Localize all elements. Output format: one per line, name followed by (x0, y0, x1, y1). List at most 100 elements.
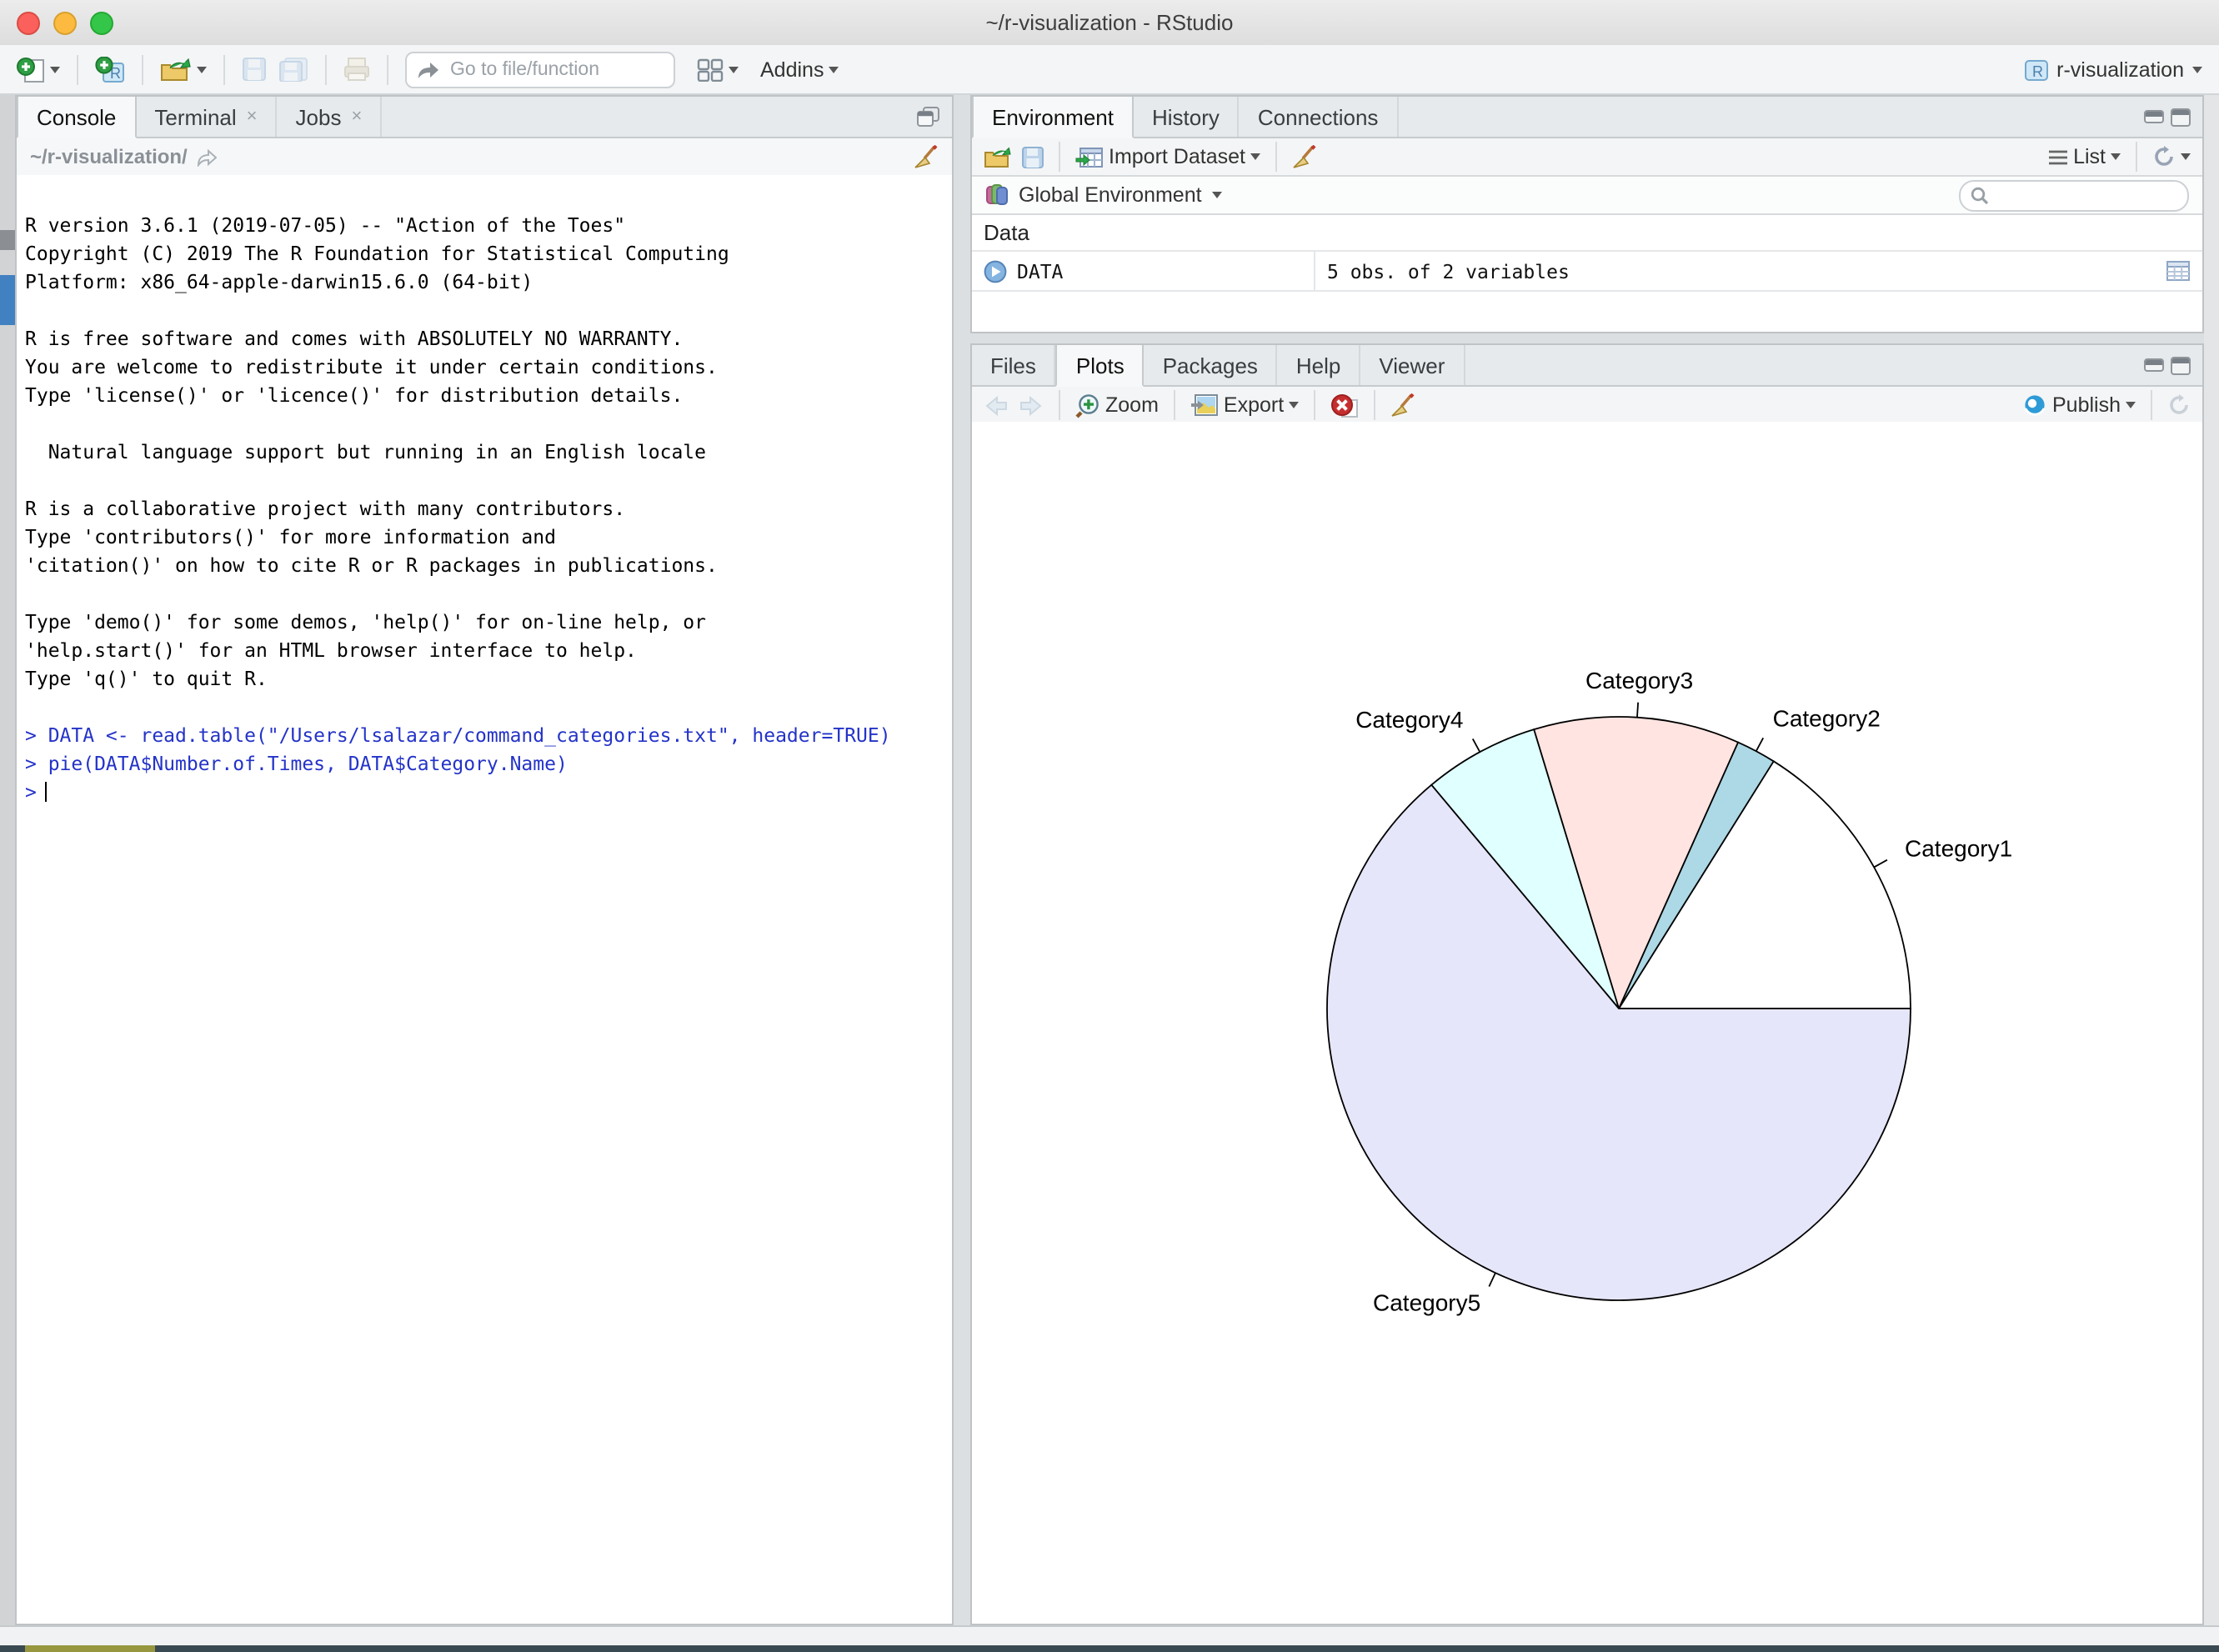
environment-search-box[interactable] (1959, 179, 2189, 211)
object-name: DATA (1017, 259, 1063, 283)
zoom-plot-button[interactable]: Zoom (1075, 393, 1159, 418)
project-name-label: r-visualization (2056, 58, 2184, 81)
refresh-environment-button[interactable] (2152, 145, 2191, 168)
previous-plot-arrow-icon[interactable] (984, 394, 1009, 416)
pie-label-category3: Category3 (1585, 668, 1693, 693)
clear-console-broom-icon[interactable] (914, 144, 939, 169)
console-line (25, 693, 952, 722)
environment-scope-row: Global Environment (972, 177, 2202, 215)
environment-toolbar: Import Dataset List (972, 138, 2202, 177)
toolbar-separator (223, 54, 225, 84)
open-file-button[interactable] (160, 58, 207, 81)
next-plot-arrow-icon[interactable] (1019, 394, 1044, 416)
goto-file-function-box[interactable] (405, 51, 675, 88)
expand-object-icon[interactable] (984, 259, 1007, 283)
list-view-icon (2046, 148, 2068, 166)
view-data-grid-icon[interactable] (2166, 260, 2191, 282)
tab-connections-label: Connections (1258, 104, 1379, 129)
project-menu-button[interactable]: R r-visualization (2023, 58, 2202, 81)
new-file-button[interactable] (17, 56, 60, 83)
clear-environment-broom-icon[interactable] (1292, 144, 1317, 169)
export-plot-button[interactable]: Export (1190, 393, 1299, 417)
import-dataset-label: Import Dataset (1109, 145, 1245, 168)
tab-history[interactable]: History (1134, 97, 1240, 137)
tab-console[interactable]: Console (17, 97, 136, 138)
toolbar-separator (2136, 142, 2137, 172)
toolbar-separator (1059, 390, 1060, 420)
save-all-button[interactable] (278, 57, 308, 82)
toolbar-separator (1374, 390, 1375, 420)
desktop-accent (25, 1645, 155, 1652)
maximize-plots-pane-button[interactable] (2171, 356, 2191, 374)
import-dataset-caret-icon (1250, 153, 1260, 160)
pie-label-tick (1473, 738, 1480, 752)
new-project-button[interactable]: R (95, 56, 125, 83)
right-window-margin (2204, 95, 2219, 1625)
plots-tabbar: Files Plots Packages Help Viewer (972, 345, 2202, 387)
window-title: ~/r-visualization - RStudio (0, 10, 2219, 35)
tab-files[interactable]: Files (972, 345, 1056, 385)
toolbar-separator (77, 54, 78, 84)
remove-plot-icon[interactable] (1330, 393, 1359, 418)
open-folder-icon (160, 58, 192, 81)
desktop-strip (0, 1645, 2219, 1652)
save-workspace-icon[interactable] (1022, 146, 1044, 168)
close-terminal-tab-icon[interactable]: × (247, 107, 258, 127)
open-file-caret-icon (197, 66, 207, 73)
minimize-environment-pane-button[interactable] (2144, 110, 2164, 123)
save-button[interactable] (242, 57, 267, 82)
console-output[interactable]: R version 3.6.1 (2019-07-05) -- "Action … (17, 175, 952, 1624)
pie-label-category2: Category2 (1773, 706, 1881, 732)
maximize-environment-pane-button[interactable] (2171, 108, 2191, 126)
save-all-icon (278, 57, 308, 82)
object-summary: 5 obs. of 2 variables (1315, 259, 1570, 283)
goto-file-function-input[interactable] (447, 58, 637, 81)
environment-object-row[interactable]: DATA 5 obs. of 2 variables (972, 252, 2202, 292)
pie-label-tick (1637, 703, 1638, 718)
print-button[interactable] (343, 57, 370, 82)
clear-all-plots-broom-icon[interactable] (1390, 393, 1415, 418)
publish-plot-button[interactable]: Publish (2022, 393, 2136, 417)
environment-scope-label[interactable]: Global Environment (1019, 183, 1202, 207)
titlebar: ~/r-visualization - RStudio (0, 0, 2219, 47)
new-file-caret-icon (50, 66, 60, 73)
refresh-plot-icon[interactable] (2167, 393, 2191, 417)
maximize-console-pane-icon[interactable] (917, 107, 940, 127)
tab-terminal[interactable]: Terminal × (136, 97, 277, 137)
tab-environment[interactable]: Environment (972, 97, 1134, 138)
addins-button[interactable]: Addins (760, 58, 839, 81)
tab-help[interactable]: Help (1278, 345, 1361, 385)
tab-environment-label: Environment (992, 104, 1114, 129)
export-plot-label: Export (1224, 393, 1284, 417)
refresh-caret-icon (2181, 153, 2191, 160)
background-window-selection (0, 275, 15, 325)
import-dataset-button[interactable]: Import Dataset (1075, 145, 1260, 168)
publish-label: Publish (2052, 393, 2121, 417)
console-working-dir-row: ~/r-visualization/ (17, 138, 952, 177)
goto-directory-icon[interactable] (198, 148, 218, 166)
console-line: Type 'license()' or 'licence()' for dist… (25, 382, 952, 410)
toolbar-separator (1275, 142, 1277, 172)
console-line (25, 580, 952, 608)
pie-label-category1: Category1 (1905, 835, 2012, 861)
minimize-plots-pane-button[interactable] (2144, 358, 2164, 372)
toolbar-separator (142, 54, 143, 84)
tab-packages[interactable]: Packages (1145, 345, 1278, 385)
panes-grid-icon (697, 58, 724, 81)
tab-plots[interactable]: Plots (1056, 345, 1145, 387)
tab-viewer[interactable]: Viewer (1360, 345, 1465, 385)
console-line (25, 297, 952, 325)
environment-view-mode-button[interactable]: List (2046, 145, 2121, 168)
export-caret-icon (1289, 402, 1299, 408)
toolbar-separator (387, 54, 388, 84)
console-line (25, 467, 952, 495)
console-input-line: > pie(DATA$Number.of.Times, DATA$Categor… (25, 750, 952, 778)
tab-jobs[interactable]: Jobs × (278, 97, 383, 137)
environment-scope-caret-icon (1212, 192, 1222, 198)
environment-search-input[interactable] (1996, 183, 2169, 207)
close-jobs-tab-icon[interactable]: × (351, 107, 362, 127)
tab-connections[interactable]: Connections (1240, 97, 1399, 137)
workspace-panes-button[interactable] (697, 58, 739, 81)
zoom-magnifier-icon (1075, 393, 1100, 418)
load-workspace-folder-icon[interactable] (984, 146, 1012, 168)
